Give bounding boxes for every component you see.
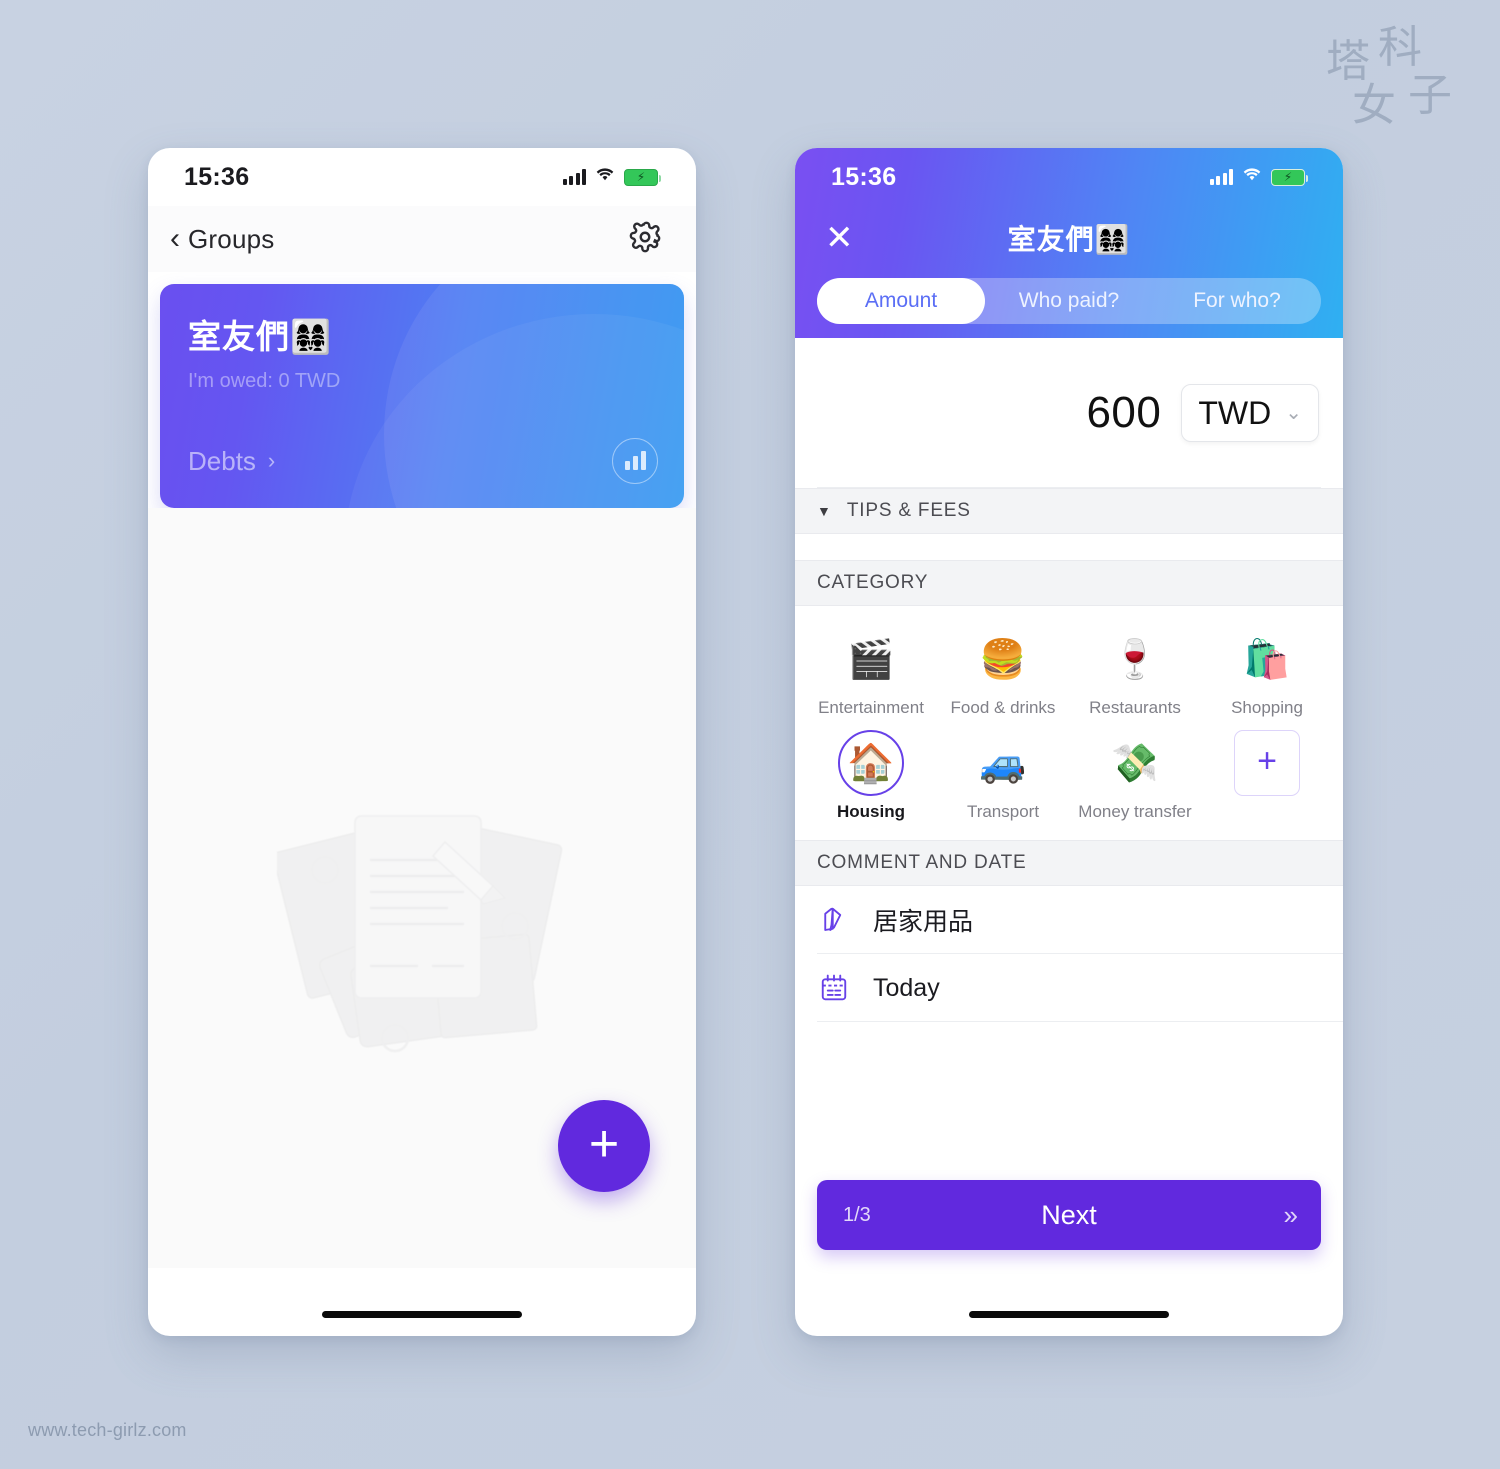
date-row[interactable]: Today bbox=[795, 954, 1343, 1022]
plus-icon: + bbox=[1257, 742, 1277, 780]
wine-glass-icon: 🍷 bbox=[1111, 637, 1159, 681]
close-icon[interactable]: ✕ bbox=[825, 221, 854, 255]
category-housing[interactable]: 🏠 Housing bbox=[805, 730, 937, 822]
signal-bars-icon bbox=[1209, 169, 1233, 185]
amount-input[interactable]: 600 bbox=[1086, 388, 1161, 438]
right-header: 15:36 ⚡ ✕ 室友們👩‍👩‍👧‍👧 Amount Who paid? Fo… bbox=[795, 148, 1343, 338]
step-counter: 1/3 bbox=[843, 1203, 871, 1226]
wifi-icon bbox=[595, 167, 615, 187]
back-button-label: Groups bbox=[188, 223, 275, 254]
battery-charging-icon: ⚡ bbox=[624, 168, 661, 186]
category-label: CATEGORY bbox=[817, 572, 929, 593]
watermark-char-2: 科 bbox=[1378, 22, 1422, 73]
watermark-char-3: 女 bbox=[1352, 80, 1396, 131]
home-indicator bbox=[969, 1311, 1169, 1318]
right-nav-row: ✕ 室友們👩‍👩‍👧‍👧 bbox=[795, 206, 1343, 270]
bar-chart-icon[interactable] bbox=[612, 438, 658, 484]
plus-icon: + bbox=[588, 1114, 620, 1173]
nav-bar-left: ‹ Groups bbox=[148, 206, 696, 272]
category-header: CATEGORY bbox=[795, 560, 1343, 606]
back-button[interactable]: ‹ Groups bbox=[170, 224, 274, 255]
tab-who-paid[interactable]: Who paid? bbox=[985, 278, 1153, 324]
status-bar-right: 15:36 ⚡ bbox=[795, 148, 1343, 206]
currency-selector[interactable]: TWD ⌄ bbox=[1181, 384, 1319, 442]
tips-and-fees-header[interactable]: ▼ TIPS & FEES bbox=[795, 488, 1343, 534]
phone-right-add-expense: 15:36 ⚡ ✕ 室友們👩‍👩‍👧‍👧 Amount Who paid? Fo… bbox=[795, 148, 1343, 1336]
comment-and-date-label: COMMENT AND DATE bbox=[817, 852, 1027, 873]
group-card-owed: I'm owed: 0 TWD bbox=[188, 370, 341, 392]
category-food-and-drinks[interactable]: 🍔 Food & drinks bbox=[937, 626, 1069, 718]
group-card-footer: Debts › bbox=[188, 438, 658, 484]
category-label-housing: Housing bbox=[837, 802, 905, 821]
tips-and-fees-body bbox=[795, 534, 1343, 560]
note-pencil-icon bbox=[817, 903, 851, 937]
category-label-shopping: Shopping bbox=[1231, 698, 1303, 717]
category-transport[interactable]: 🚙 Transport bbox=[937, 730, 1069, 822]
tips-and-fees-label: TIPS & FEES bbox=[846, 500, 971, 521]
money-wings-icon: 💸 bbox=[1111, 741, 1159, 785]
signal-bars-icon bbox=[562, 169, 586, 185]
site-url-label: www.tech-girlz.com bbox=[28, 1420, 187, 1440]
chevron-left-icon: ‹ bbox=[170, 222, 180, 255]
home-indicator bbox=[322, 1311, 522, 1318]
comment-value: 居家用品 bbox=[873, 908, 974, 936]
group-card-title: 室友們👩‍👩‍👧‍👧 bbox=[188, 318, 333, 355]
chevron-down-icon: ⌄ bbox=[1285, 402, 1302, 424]
wifi-icon bbox=[1242, 167, 1262, 187]
category-restaurants[interactable]: 🍷 Restaurants bbox=[1069, 626, 1201, 718]
car-icon: 🚙 bbox=[979, 741, 1027, 785]
receipts-and-pen-illustration bbox=[272, 808, 567, 1063]
category-label-money-transfer: Money transfer bbox=[1078, 802, 1192, 821]
status-bar-left: 15:36 ⚡ bbox=[148, 148, 696, 206]
hamburger-icon: 🍔 bbox=[979, 637, 1027, 681]
house-icon: 🏠 bbox=[847, 741, 895, 785]
debts-label: Debts bbox=[188, 445, 256, 476]
tab-amount[interactable]: Amount bbox=[817, 278, 985, 324]
phone-left-group-detail: 15:36 ⚡ ‹ Groups 室友們👩‍👩‍👧‍👧 I'm owed: 0 … bbox=[148, 148, 696, 1336]
watermark-char-4: 子 bbox=[1408, 70, 1452, 121]
category-label-transport: Transport bbox=[966, 802, 1040, 821]
category-label-entertainment: Entertainment bbox=[818, 698, 924, 717]
next-button[interactable]: 1/3 Next » bbox=[817, 1180, 1321, 1250]
currency-label: TWD bbox=[1198, 394, 1272, 431]
double-chevron-right-icon: » bbox=[1283, 1199, 1299, 1230]
step-tabs: Amount Who paid? For who? bbox=[817, 278, 1321, 324]
gear-icon[interactable] bbox=[628, 220, 662, 259]
clapperboard-icon: 🎬 bbox=[847, 637, 895, 681]
triangle-down-icon: ▼ bbox=[817, 503, 831, 519]
site-watermark: 塔 科 女 子 bbox=[1308, 22, 1478, 142]
tab-for-who[interactable]: For who? bbox=[1153, 278, 1321, 324]
calendar-icon bbox=[817, 971, 851, 1005]
chevron-right-icon: › bbox=[267, 448, 276, 473]
date-value: Today bbox=[873, 973, 940, 1002]
category-add-cell[interactable]: + bbox=[1201, 730, 1333, 822]
status-bar-time: 15:36 bbox=[184, 162, 250, 191]
status-bar-time: 15:36 bbox=[831, 162, 897, 191]
category-grid: 🎬 Entertainment 🍔 Food & drinks 🍷 Restau… bbox=[795, 606, 1343, 840]
category-entertainment[interactable]: 🎬 Entertainment bbox=[805, 626, 937, 718]
category-label-restaurants: Restaurants bbox=[1089, 698, 1181, 717]
next-button-label: Next bbox=[1041, 1199, 1097, 1230]
add-expense-fab[interactable]: + bbox=[558, 1100, 650, 1192]
category-money-transfer[interactable]: 💸 Money transfer bbox=[1069, 730, 1201, 822]
group-card[interactable]: 室友們👩‍👩‍👧‍👧 I'm owed: 0 TWD Debts › bbox=[160, 284, 684, 508]
shopping-bags-icon: 🛍️ bbox=[1243, 637, 1291, 681]
empty-state-area: + bbox=[148, 508, 696, 1268]
next-button-wrap: 1/3 Next » bbox=[795, 1180, 1343, 1250]
watermark-char-1: 塔 bbox=[1326, 36, 1370, 87]
add-category-button[interactable]: + bbox=[1234, 730, 1300, 796]
page-title: 室友們👩‍👩‍👧‍👧 bbox=[1007, 224, 1131, 255]
comment-and-date-header: COMMENT AND DATE bbox=[795, 840, 1343, 886]
right-spacer bbox=[795, 1022, 1343, 1180]
category-shopping[interactable]: 🛍️ Shopping bbox=[1201, 626, 1333, 718]
debts-link[interactable]: Debts › bbox=[188, 446, 275, 477]
amount-row: 600 TWD ⌄ bbox=[795, 338, 1343, 488]
battery-charging-icon: ⚡ bbox=[1271, 168, 1308, 186]
category-label-food-and-drinks: Food & drinks bbox=[950, 698, 1056, 717]
comment-row[interactable]: 居家用品 bbox=[795, 886, 1343, 954]
